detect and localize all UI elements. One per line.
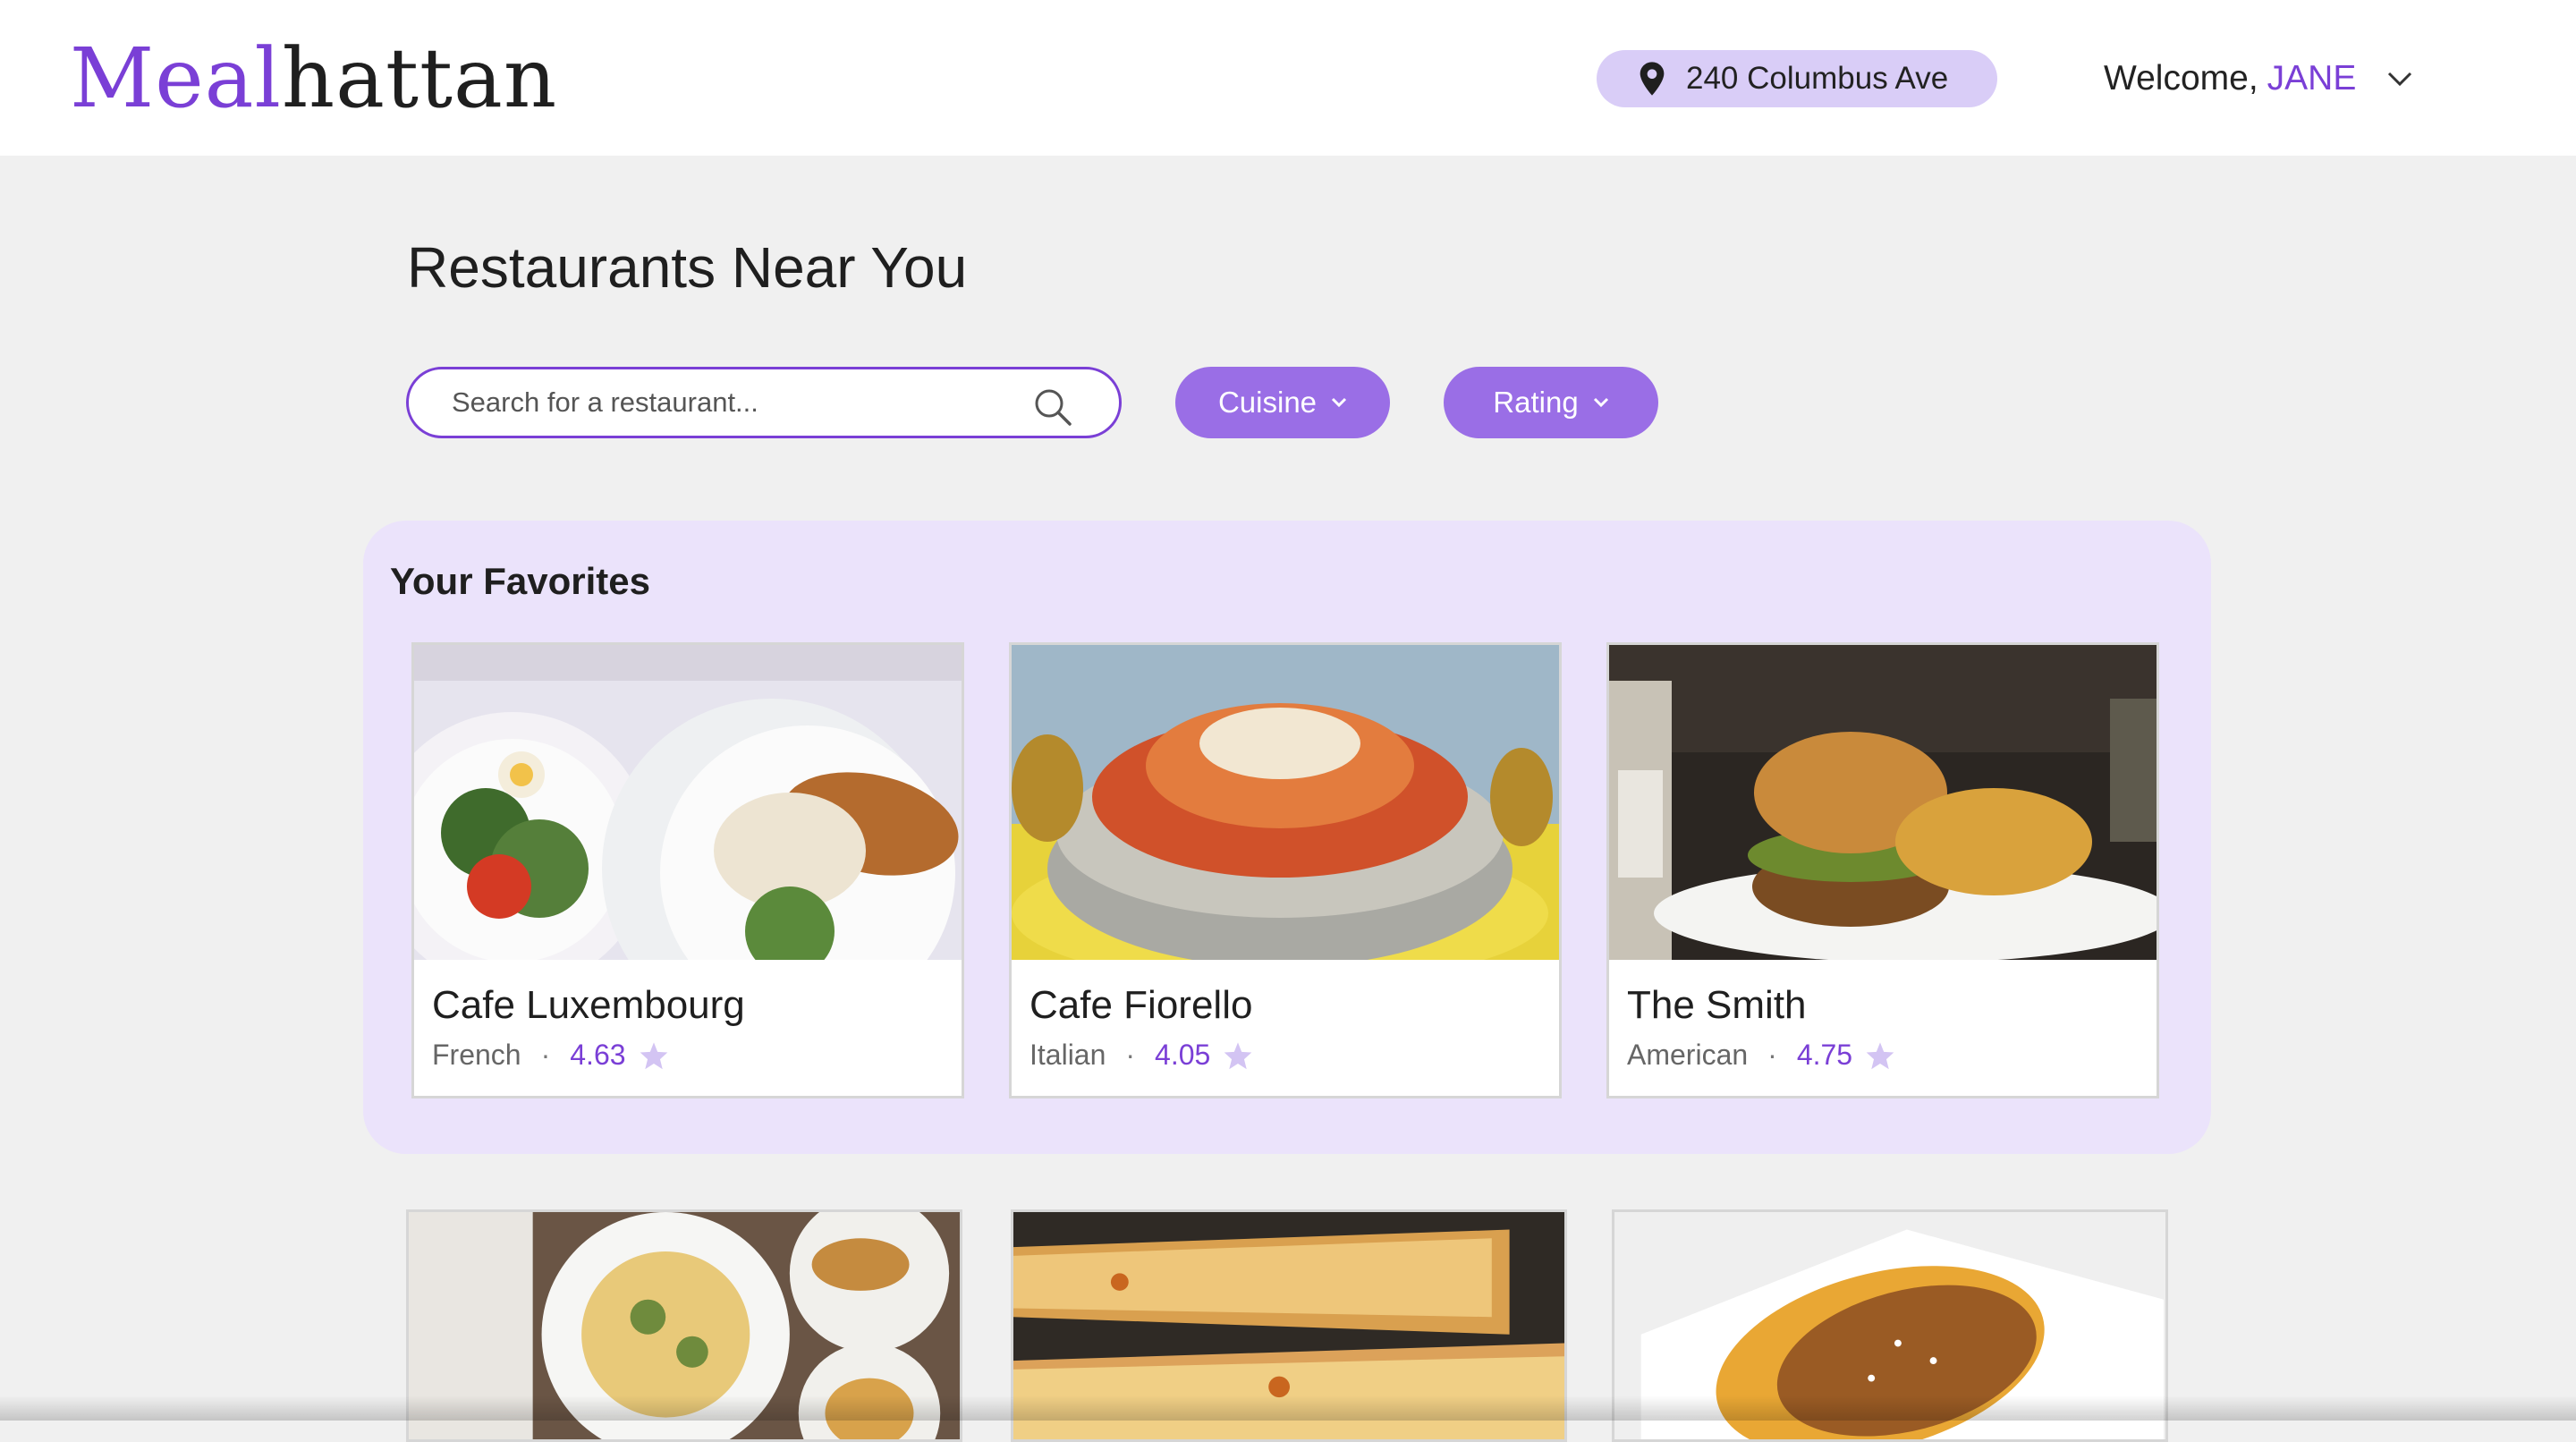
favorites-title: Your Favorites xyxy=(390,560,650,602)
separator: · xyxy=(540,1039,551,1071)
logo[interactable]: Mealhattan xyxy=(70,27,557,131)
restaurant-cuisine: Italian xyxy=(1030,1039,1106,1071)
welcome-label: Welcome, xyxy=(2104,59,2258,98)
search-icon[interactable] xyxy=(1033,387,1072,427)
top-header: Mealhattan 240 Columbus Ave Welcome, JAN… xyxy=(0,0,2576,156)
star-icon xyxy=(1866,1041,1894,1069)
separator: · xyxy=(1125,1039,1136,1071)
search-input[interactable] xyxy=(450,386,1026,420)
logo-part-hattan: hattan xyxy=(281,30,558,126)
restaurant-card-the-smith[interactable]: The Smith American · 4.75 xyxy=(1606,642,2159,1098)
restaurant-cuisine: American xyxy=(1627,1039,1749,1071)
user-menu[interactable]: Welcome, JANE xyxy=(2104,50,2413,107)
restaurant-rating: 4.63 xyxy=(570,1039,626,1071)
location-pin-icon xyxy=(1640,62,1665,96)
separator: · xyxy=(1767,1039,1777,1071)
favorites-section: Your Favorites Cafe Luxembourg French · … xyxy=(363,521,2211,1154)
restaurant-meta: American · 4.75 xyxy=(1627,1039,1895,1072)
cuisine-filter-button[interactable]: Cuisine xyxy=(1175,367,1390,438)
page-title: Restaurants Near You xyxy=(407,235,968,300)
restaurant-rating: 4.05 xyxy=(1155,1039,1211,1071)
restaurant-meta: Italian · 4.05 xyxy=(1030,1039,1253,1072)
restaurant-rating: 4.75 xyxy=(1796,1039,1853,1071)
restaurant-cuisine: French xyxy=(432,1039,521,1071)
chevron-down-icon xyxy=(1331,397,1347,408)
user-name: JANE xyxy=(2267,59,2357,98)
star-icon xyxy=(640,1041,667,1069)
restaurant-photo xyxy=(1012,645,1559,960)
restaurant-photo xyxy=(414,645,962,960)
restaurant-card-cafe-luxembourg[interactable]: Cafe Luxembourg French · 4.63 xyxy=(411,642,964,1098)
rating-filter-label: Rating xyxy=(1493,386,1579,419)
delivery-address-pill[interactable]: 240 Columbus Ave xyxy=(1597,50,1997,107)
search-bar[interactable] xyxy=(406,367,1122,438)
restaurant-name: Cafe Fiorello xyxy=(1030,983,1253,1027)
restaurant-card-cafe-fiorello[interactable]: Cafe Fiorello Italian · 4.05 xyxy=(1009,642,1562,1098)
bottom-scroll-shadow xyxy=(0,1395,2576,1421)
cuisine-filter-label: Cuisine xyxy=(1217,386,1318,419)
chevron-down-icon xyxy=(1593,397,1608,408)
logo-part-meal: Meal xyxy=(70,30,282,126)
restaurant-name: Cafe Luxembourg xyxy=(432,983,745,1027)
restaurant-meta: French · 4.63 xyxy=(432,1039,669,1072)
chevron-down-icon[interactable] xyxy=(2386,70,2413,88)
delivery-address: 240 Columbus Ave xyxy=(1686,61,1949,96)
star-icon xyxy=(1224,1041,1252,1069)
rating-filter-button[interactable]: Rating xyxy=(1444,367,1658,438)
restaurant-photo xyxy=(1609,645,2157,960)
restaurant-name: The Smith xyxy=(1627,983,1807,1027)
